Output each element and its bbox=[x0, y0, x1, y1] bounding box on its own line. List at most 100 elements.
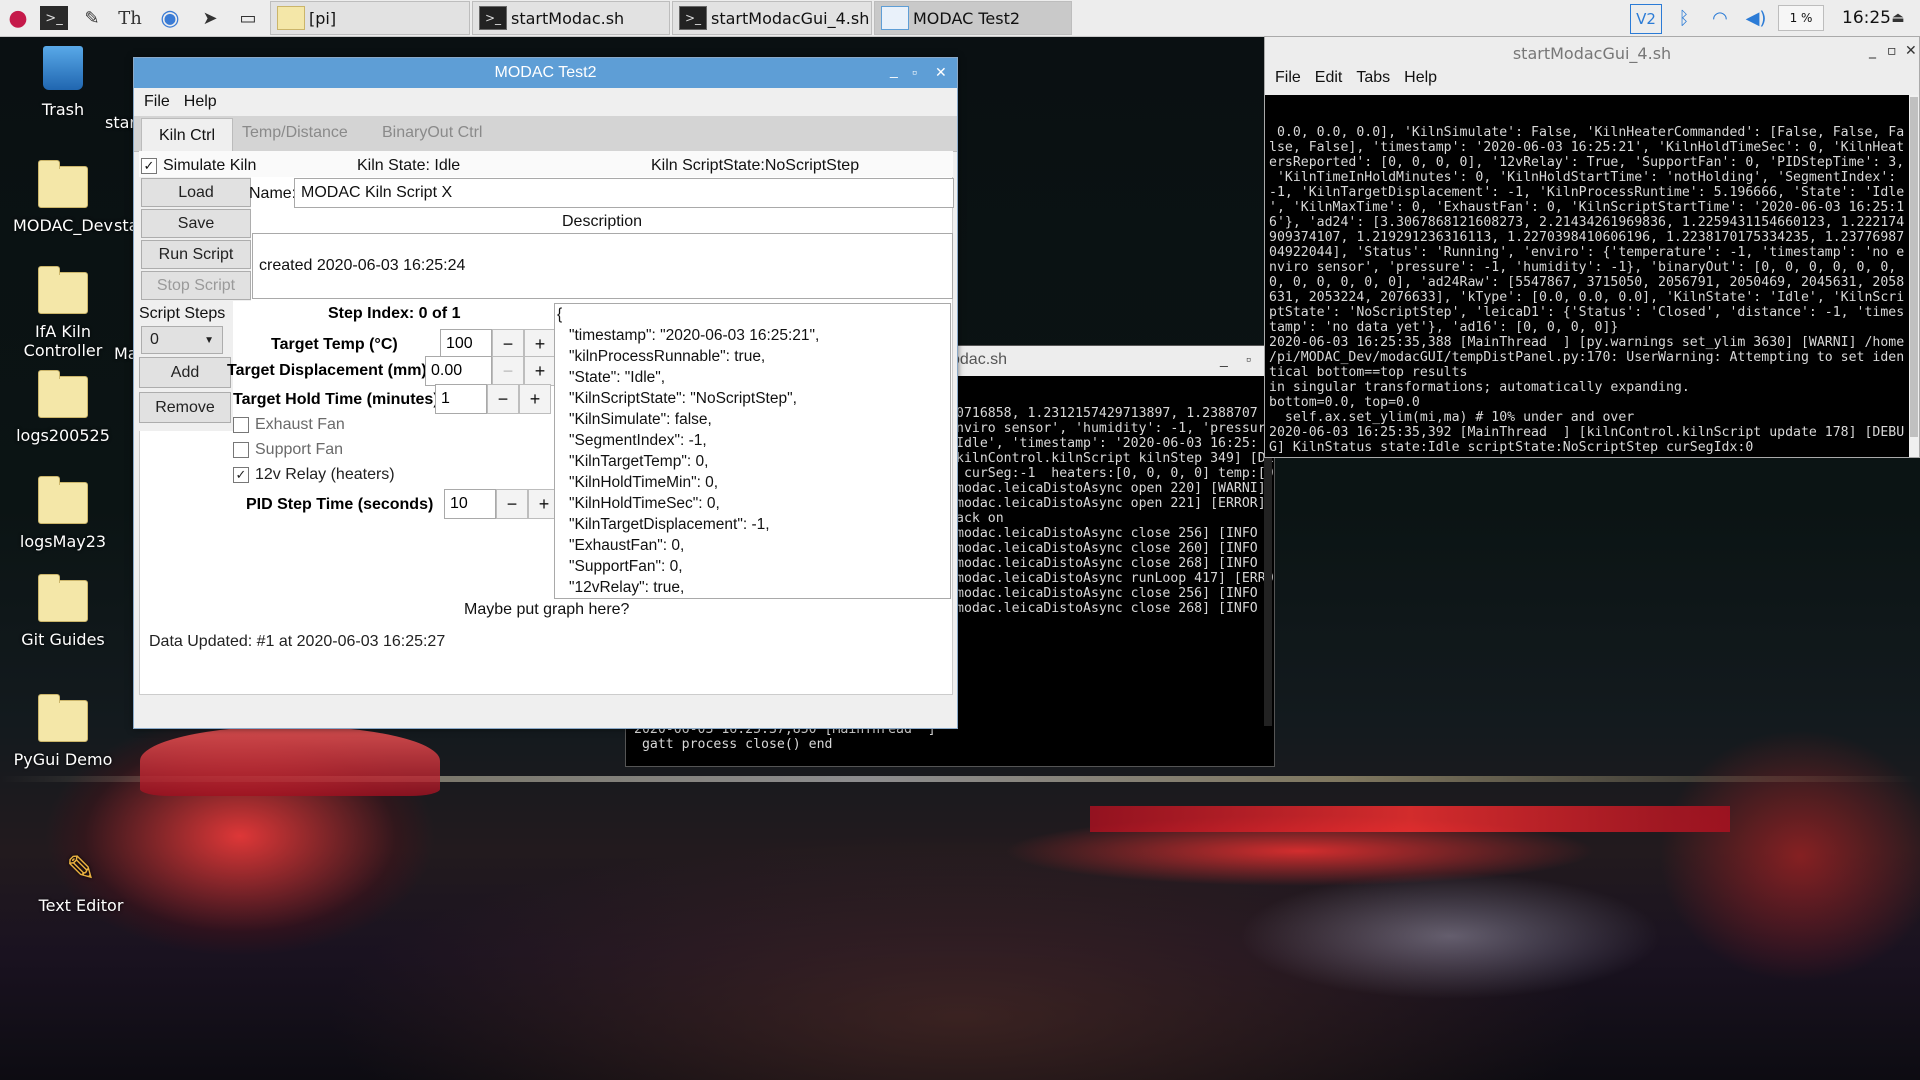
load-button[interactable]: Load bbox=[141, 178, 251, 207]
text-line: modac.leicaDistoAsync close 256] [INFO ] bbox=[956, 586, 1274, 601]
exhaust-fan-checkbox[interactable]: Exhaust Fan bbox=[233, 416, 345, 434]
scrollbar[interactable] bbox=[1909, 95, 1919, 457]
target-displacement-spinner[interactable]: 0.00 − + bbox=[425, 356, 556, 386]
relay-checkbox[interactable]: ✓ 12v Relay (heaters) bbox=[233, 466, 395, 484]
script-steps-dropdown[interactable]: 0 ▼ bbox=[141, 326, 223, 354]
remove-step-button[interactable]: Remove bbox=[139, 392, 231, 423]
desktop-icon-pygui-demo[interactable]: PyGui Demo bbox=[8, 694, 118, 769]
text-line: ack on bbox=[956, 511, 1004, 526]
add-step-button[interactable]: Add bbox=[139, 357, 231, 388]
menu-edit[interactable]: Edit bbox=[1315, 69, 1343, 95]
close-icon[interactable]: ✕ bbox=[935, 64, 947, 81]
taskbar-button-pi[interactable]: [pi] bbox=[270, 1, 470, 35]
minus-icon[interactable]: − bbox=[487, 384, 519, 414]
cpu-monitor[interactable]: 1 % bbox=[1778, 5, 1824, 31]
graph-placeholder: Maybe put graph here? bbox=[464, 601, 630, 618]
dropdown-value: 0 bbox=[150, 331, 159, 348]
maximize-icon[interactable]: ▫ bbox=[912, 64, 917, 80]
plus-icon[interactable]: + bbox=[524, 356, 556, 386]
plus-icon[interactable]: + bbox=[519, 384, 551, 414]
desktop-icon-modac-dev[interactable]: MODAC_Dev bbox=[8, 160, 118, 235]
maximize-icon[interactable]: ▫ bbox=[1246, 352, 1251, 367]
trash-icon bbox=[43, 46, 83, 90]
target-temp-value[interactable]: 100 bbox=[440, 329, 492, 359]
checkbox-label: Exhaust Fan bbox=[255, 416, 345, 433]
hold-time-spinner[interactable]: 1 − + bbox=[435, 384, 551, 414]
tab-binaryout-ctrl[interactable]: BinaryOut Ctrl bbox=[382, 124, 482, 142]
tab-temp-distance[interactable]: Temp/Distance bbox=[242, 124, 348, 142]
bluetooth-icon[interactable]: ᛒ bbox=[1670, 4, 1698, 32]
minimize-icon[interactable]: _ bbox=[890, 62, 898, 78]
tab-kiln-ctrl[interactable]: Kiln Ctrl bbox=[141, 118, 233, 152]
maximize-icon[interactable]: ▫ bbox=[1887, 43, 1897, 59]
text-line: modac.leicaDistoAsync open 221] [ERROR] bbox=[956, 496, 1266, 511]
text-line: "KilnTargetTemp": 0, bbox=[569, 453, 709, 470]
support-fan-checkbox[interactable]: Support Fan bbox=[233, 441, 343, 459]
minimize-icon[interactable]: _ bbox=[1220, 352, 1228, 367]
font-icon[interactable]: Th bbox=[116, 4, 144, 32]
minus-icon[interactable]: − bbox=[492, 356, 524, 386]
folder-icon[interactable]: ▭ bbox=[234, 4, 262, 32]
pencil-icon[interactable]: ✎ bbox=[78, 4, 106, 32]
text-line: "State": "Idle", bbox=[569, 369, 666, 386]
menu-help[interactable]: Help bbox=[184, 93, 217, 111]
terminal-window-gui[interactable]: startModacGui_4.sh _ ▫ ✕ File Edit Tabs … bbox=[1264, 36, 1920, 458]
folder-icon bbox=[38, 574, 88, 622]
terminal-icon[interactable]: >_ bbox=[40, 6, 68, 30]
desktop-icon-trash[interactable]: Trash bbox=[8, 46, 118, 119]
pid-step-spinner[interactable]: 10 − + bbox=[444, 489, 560, 519]
text-line: 0.0, 0.0, 0.0], 'KilnSimulate': False, '… bbox=[1269, 125, 1905, 140]
stop-script-button[interactable]: Stop Script bbox=[141, 271, 251, 300]
desktop-icon-ifa-kiln[interactable]: IfA Kiln Controller bbox=[8, 266, 118, 360]
eject-icon[interactable]: ⏏ bbox=[1884, 4, 1912, 32]
desktop-icon-label: Text Editor bbox=[38, 896, 124, 915]
kiln-status-json[interactable]: {"timestamp": "2020-06-03 16:25:21", "kil… bbox=[554, 303, 951, 599]
pid-step-value[interactable]: 10 bbox=[444, 489, 496, 519]
script-name-field[interactable]: MODAC Kiln Script X bbox=[294, 178, 954, 208]
simulate-kiln-checkbox[interactable]: ✓ Simulate Kiln bbox=[141, 157, 256, 175]
volume-icon[interactable]: ◀) bbox=[1742, 4, 1770, 32]
minus-icon[interactable]: − bbox=[496, 489, 528, 519]
status-bar: Data Updated: #1 at 2020-06-03 16:25:27 bbox=[149, 633, 446, 650]
raspberry-menu-icon[interactable]: ● bbox=[4, 4, 32, 32]
desktop-icon-text-editor[interactable]: ✎ Text Editor bbox=[26, 850, 136, 916]
description-field[interactable]: created 2020-06-03 16:25:24 bbox=[252, 233, 953, 299]
target-temp-label: Target Temp (°C) bbox=[271, 336, 398, 353]
target-displacement-value[interactable]: 0.00 bbox=[425, 356, 492, 386]
terminal-icon: >_ bbox=[679, 6, 707, 30]
run-script-button[interactable]: Run Script bbox=[141, 240, 251, 269]
text-line: gatt process close() end bbox=[634, 737, 833, 752]
save-button[interactable]: Save bbox=[141, 209, 251, 238]
send-icon[interactable]: ➤ bbox=[196, 4, 224, 32]
text-line: -1, 'KilnTargetDisplacement': -1, 'KilnP… bbox=[1269, 185, 1905, 200]
hold-time-value[interactable]: 1 bbox=[435, 384, 487, 414]
text-line: "timestamp": "2020-06-03 16:25:21", bbox=[569, 327, 820, 344]
text-line: "KilnScriptState": "NoScriptStep", bbox=[569, 390, 797, 407]
close-icon[interactable]: ✕ bbox=[1905, 43, 1917, 59]
checkbox-box: ✓ bbox=[141, 158, 157, 174]
minus-icon[interactable]: − bbox=[492, 329, 524, 359]
taskbar-button-modac-test2[interactable]: MODAC Test2 bbox=[874, 1, 1072, 35]
scrollbar-thumb[interactable] bbox=[1910, 97, 1918, 437]
menu-file[interactable]: File bbox=[1275, 69, 1301, 95]
menu-tabs[interactable]: Tabs bbox=[1356, 69, 1390, 95]
text-line: curSeg:-1 heaters:[0, 0, 0, 0] temp:[0 bbox=[956, 466, 1274, 481]
chromium-icon[interactable]: ◉ bbox=[156, 4, 184, 32]
menu-file[interactable]: File bbox=[144, 93, 170, 111]
taskbar: ● >_ ✎ Th ◉ ➤ ▭ [pi] >_ startModac.sh >_… bbox=[0, 0, 1920, 37]
desktop-icon-git-guides[interactable]: Git Guides bbox=[8, 574, 118, 649]
menu-help[interactable]: Help bbox=[1404, 69, 1437, 95]
text-line: ptState': 'NoScriptStep', 'leicaD1': {'S… bbox=[1269, 305, 1905, 320]
desktop-icon-logs200525[interactable]: logs200525 bbox=[8, 370, 118, 445]
plus-icon[interactable]: + bbox=[524, 329, 556, 359]
text-line: self.ax.set_ylim(mi,ma) # 10% under and … bbox=[1269, 410, 1635, 425]
kiln-state: Kiln State: Idle bbox=[357, 157, 461, 174]
wifi-icon[interactable]: ◠ bbox=[1706, 4, 1734, 32]
vnc-icon[interactable]: V2 bbox=[1630, 4, 1662, 34]
taskbar-button-label: startModacGui_4.sh bbox=[711, 8, 870, 28]
taskbar-button-startmodacgui[interactable]: >_ startModacGui_4.sh bbox=[672, 1, 872, 35]
minimize-icon[interactable]: _ bbox=[1869, 43, 1876, 59]
taskbar-button-startmodac[interactable]: >_ startModac.sh bbox=[472, 1, 670, 35]
desktop-icon-logsmay23[interactable]: logsMay23 bbox=[8, 476, 118, 551]
target-temp-spinner[interactable]: 100 − + bbox=[440, 329, 556, 359]
